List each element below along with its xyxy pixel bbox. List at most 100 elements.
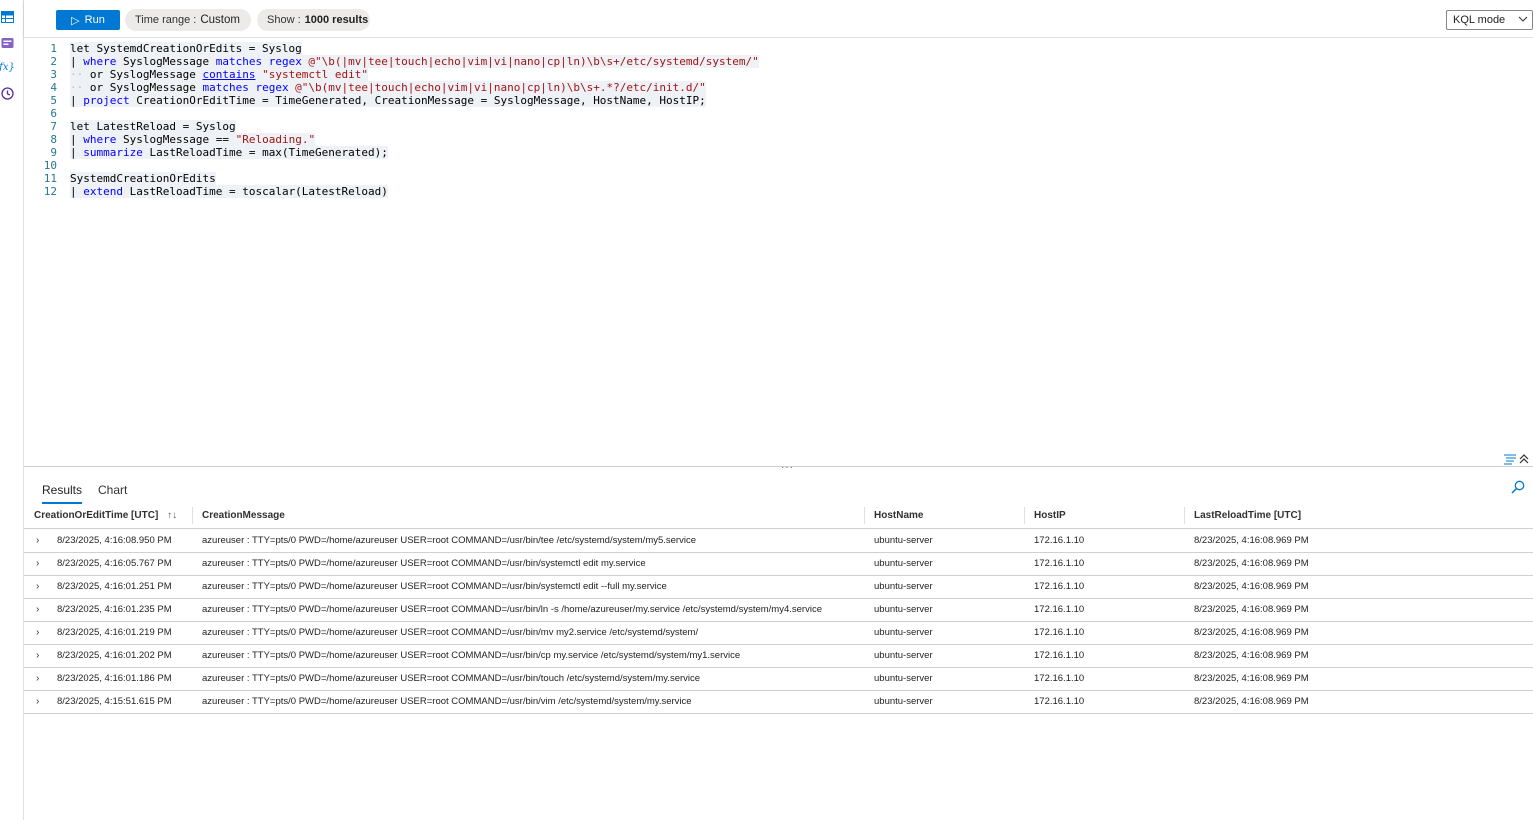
line-number: 2: [50, 55, 57, 68]
time-range-label: Time range :: [135, 14, 197, 26]
code-text: SystemdCreationOrEdits: [70, 172, 216, 185]
cell-last-reload-time: 8/23/2025, 4:16:08.969 PM: [1194, 558, 1309, 569]
expand-row-icon[interactable]: ›: [36, 645, 39, 667]
expand-row-icon[interactable]: ›: [36, 576, 39, 598]
table-row[interactable]: › 8/23/2025, 4:16:01.186 PM azureuser : …: [24, 668, 1533, 691]
cell-creation-time: 8/23/2025, 4:16:01.219 PM: [57, 627, 172, 638]
cell-host-ip: 172.16.1.10: [1034, 627, 1085, 638]
cell-host-ip: 172.16.1.10: [1034, 696, 1085, 707]
result-limit-picker[interactable]: Show : 1000 results: [257, 9, 370, 31]
line-number: 8: [50, 133, 57, 146]
cell-creation-time: 8/23/2025, 4:16:05.767 PM: [57, 558, 172, 569]
expand-row-icon[interactable]: ›: [36, 668, 39, 690]
grid-header: CreationOrEditTime [UTC] ↑↓ CreationMess…: [24, 503, 1533, 529]
code-text: LastReloadTime = max(TimeGenerated);: [142, 146, 388, 159]
line-number: 1: [50, 42, 57, 55]
code-keyword: summarize: [83, 146, 143, 159]
cell-creation-message: azureuser : TTY=pts/0 PWD=/home/azureuse…: [202, 627, 699, 638]
code-keyword: extend: [83, 185, 123, 198]
results-grid: CreationOrEditTime [UTC] ↑↓ CreationMess…: [24, 503, 1533, 714]
cell-creation-message: azureuser : TTY=pts/0 PWD=/home/azureuse…: [202, 535, 696, 546]
code-text: |: [70, 185, 84, 198]
col-header-label: CreationOrEditTime [UTC]: [34, 510, 159, 521]
code-text: LastReloadTime = toscalar(LatestReload): [123, 185, 388, 198]
cell-creation-time: 8/23/2025, 4:16:01.235 PM: [57, 604, 172, 615]
expand-row-icon[interactable]: ›: [36, 553, 39, 575]
cell-creation-time: 8/23/2025, 4:16:08.950 PM: [57, 535, 172, 546]
history-icon[interactable]: [0, 86, 14, 100]
cell-host-ip: 172.16.1.10: [1034, 535, 1085, 546]
table-row[interactable]: › 8/23/2025, 4:16:05.767 PM azureuser : …: [24, 553, 1533, 576]
cell-creation-message: azureuser : TTY=pts/0 PWD=/home/azureuse…: [202, 581, 667, 592]
cell-host-ip: 172.16.1.10: [1034, 604, 1085, 615]
line-number: 11: [43, 172, 57, 185]
tab-results[interactable]: Results: [42, 483, 83, 504]
cell-last-reload-time: 8/23/2025, 4:16:08.969 PM: [1194, 581, 1309, 592]
col-header-host-ip[interactable]: HostIP: [1034, 503, 1066, 528]
expand-row-icon[interactable]: ›: [36, 530, 39, 552]
time-range-picker[interactable]: Time range : Custom: [125, 9, 251, 31]
cell-host-name: ubuntu-server: [874, 673, 933, 684]
table-row[interactable]: › 8/23/2025, 4:15:51.615 PM azureuser : …: [24, 691, 1533, 714]
column-divider[interactable]: [192, 507, 193, 524]
queries-icon[interactable]: [0, 36, 14, 50]
code-text: |: [70, 133, 84, 146]
cell-creation-time: 8/23/2025, 4:16:01.186 PM: [57, 673, 172, 684]
show-label: Show :: [267, 14, 301, 26]
cell-last-reload-time: 8/23/2025, 4:16:08.969 PM: [1194, 627, 1309, 638]
column-divider[interactable]: [864, 507, 865, 524]
col-header-last-reload-time[interactable]: LastReloadTime [UTC]: [1194, 503, 1301, 528]
cell-last-reload-time: 8/23/2025, 4:16:08.969 PM: [1194, 673, 1309, 684]
kql-mode-dropdown[interactable]: KQL mode: [1446, 10, 1533, 30]
cell-host-name: ubuntu-server: [874, 558, 933, 569]
cell-creation-time: 8/23/2025, 4:16:01.251 PM: [57, 581, 172, 592]
col-header-host-name[interactable]: HostName: [874, 503, 923, 528]
code-string: @"\b(mv|tee|touch|echo|vim|vi|nano|cp|ln…: [288, 81, 706, 94]
code-text: |: [70, 55, 84, 68]
tables-icon[interactable]: [0, 10, 14, 24]
table-row[interactable]: › 8/23/2025, 4:16:01.251 PM azureuser : …: [24, 576, 1533, 599]
column-divider[interactable]: [1184, 507, 1185, 524]
code-text: SyslogMessage ==: [116, 133, 236, 146]
line-number: 7: [50, 120, 57, 133]
query-editor[interactable]: 1 let SystemdCreationOrEdits = Syslog 2 | …: [24, 38, 1533, 466]
line-number: 9: [50, 146, 57, 159]
code-text: or SyslogMessage: [83, 68, 203, 81]
code-string: "Reloading.": [235, 133, 316, 146]
run-button[interactable]: ▷ Run: [56, 10, 120, 30]
cell-host-ip: 172.16.1.10: [1034, 650, 1085, 661]
expand-row-icon[interactable]: ›: [36, 691, 39, 713]
sort-icon[interactable]: ↑↓: [167, 510, 177, 521]
search-icon[interactable]: [1511, 480, 1525, 499]
col-header-creation-time[interactable]: CreationOrEditTime [UTC] ↑↓: [34, 503, 177, 528]
table-row[interactable]: › 8/23/2025, 4:16:01.202 PM azureuser : …: [24, 645, 1533, 668]
table-row[interactable]: › 8/23/2025, 4:16:08.950 PM azureuser : …: [24, 530, 1533, 553]
time-range-value: Custom: [200, 14, 240, 26]
functions-icon[interactable]: fx}: [0, 60, 15, 74]
splitter-grip-icon[interactable]: ···: [781, 462, 794, 473]
cell-last-reload-time: 8/23/2025, 4:16:08.969 PM: [1194, 604, 1309, 615]
line-number: 4: [50, 81, 57, 94]
code-keyword: matches regex: [215, 55, 302, 68]
column-divider[interactable]: [1024, 507, 1025, 524]
cell-creation-message: azureuser : TTY=pts/0 PWD=/home/azureuse…: [202, 650, 741, 661]
cell-host-ip: 172.16.1.10: [1034, 673, 1085, 684]
cell-host-ip: 172.16.1.10: [1034, 581, 1085, 592]
expand-row-icon[interactable]: ›: [36, 599, 39, 621]
expand-row-icon[interactable]: ›: [36, 622, 39, 644]
cell-creation-message: azureuser : TTY=pts/0 PWD=/home/azureuse…: [202, 604, 822, 615]
tab-chart[interactable]: Chart: [98, 483, 127, 502]
table-row[interactable]: › 8/23/2025, 4:16:01.219 PM azureuser : …: [24, 622, 1533, 645]
cell-host-name: ubuntu-server: [874, 581, 933, 592]
col-header-creation-message[interactable]: CreationMessage: [202, 503, 285, 528]
pane-splitter[interactable]: [24, 466, 1533, 470]
code-whitespace: ··: [70, 81, 84, 94]
line-number: 3: [50, 68, 57, 81]
line-number: 5: [50, 94, 57, 107]
code-string: "systemctl edit": [255, 68, 369, 81]
table-row[interactable]: › 8/23/2025, 4:16:01.235 PM azureuser : …: [24, 599, 1533, 622]
cell-last-reload-time: 8/23/2025, 4:16:08.969 PM: [1194, 535, 1309, 546]
code-whitespace: ··: [70, 68, 84, 81]
cell-host-name: ubuntu-server: [874, 604, 933, 615]
cell-creation-message: azureuser : TTY=pts/0 PWD=/home/azureuse…: [202, 558, 646, 569]
